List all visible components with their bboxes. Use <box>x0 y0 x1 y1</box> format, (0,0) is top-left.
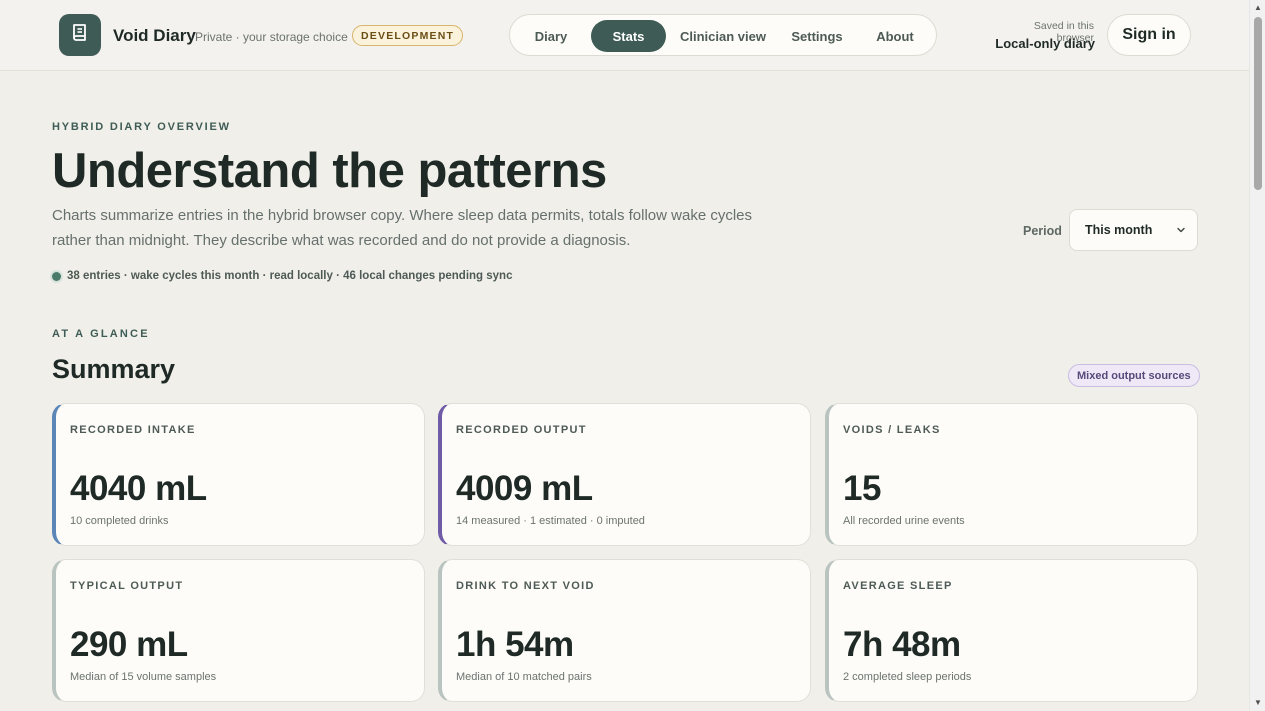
card-drink-to-next-void: DRINK TO NEXT VOID 1h 54m Median of 10 m… <box>438 559 811 702</box>
main-nav: Diary Stats Clinician view Settings Abou… <box>509 14 937 56</box>
sign-in-button[interactable]: Sign in <box>1107 14 1191 56</box>
mixed-sources-badge: Mixed output sources <box>1068 364 1200 387</box>
card-label: DRINK TO NEXT VOID <box>456 580 595 592</box>
card-subtext: 14 measured · 1 estimated · 0 imputed <box>456 515 645 527</box>
card-label: RECORDED OUTPUT <box>456 424 587 436</box>
page-scrollbar[interactable]: ▲ ▼ <box>1249 0 1265 711</box>
card-average-sleep: AVERAGE SLEEP 7h 48m 2 completed sleep p… <box>825 559 1198 702</box>
nav-about[interactable]: About <box>866 20 924 52</box>
nav-stats[interactable]: Stats <box>591 20 666 52</box>
storage-mode: Local-only diary <box>995 36 1095 51</box>
card-recorded-intake: RECORDED INTAKE 4040 mL 10 completed dri… <box>52 403 425 546</box>
card-label: TYPICAL OUTPUT <box>70 580 184 592</box>
page-title: Understand the patterns <box>52 144 607 198</box>
card-value: 1h 54m <box>456 625 574 664</box>
card-subtext: Median of 15 volume samples <box>70 671 217 683</box>
card-typical-output: TYPICAL OUTPUT 290 mL Median of 15 volum… <box>52 559 425 702</box>
card-value: 4009 mL <box>456 469 593 508</box>
card-label: VOIDS / LEAKS <box>843 424 941 436</box>
status-dot-icon <box>52 271 61 281</box>
environment-badge: DEVELOPMENT <box>352 25 464 46</box>
nav-diary[interactable]: Diary <box>527 20 575 52</box>
top-header: Void Diary Private · your storage choice… <box>0 0 1249 71</box>
nav-settings[interactable]: Settings <box>783 20 851 52</box>
card-value: 4040 mL <box>70 469 207 508</box>
status-text: 38 entries · wake cycles this month · re… <box>67 270 513 282</box>
card-subtext: Median of 10 matched pairs <box>456 671 592 683</box>
period-select[interactable]: This month <box>1069 209 1198 251</box>
page-description: Charts summarize entries in the hybrid b… <box>52 207 752 249</box>
scrollbar-thumb[interactable] <box>1254 17 1262 190</box>
card-subtext: All recorded urine events <box>843 515 965 527</box>
card-subtext: 2 completed sleep periods <box>843 671 972 683</box>
scroll-up-arrow-icon[interactable]: ▲ <box>1254 4 1262 12</box>
card-voids-leaks: VOIDS / LEAKS 15 All recorded urine even… <box>825 403 1198 546</box>
status-line: 38 entries · wake cycles this month · re… <box>52 270 512 282</box>
card-label: AVERAGE SLEEP <box>843 580 953 592</box>
card-subtext: 10 completed drinks <box>70 515 169 527</box>
app-name: Void Diary <box>113 26 196 45</box>
summary-eyebrow: AT A GLANCE <box>52 328 150 340</box>
app-logo[interactable] <box>59 14 101 56</box>
summary-title: Summary <box>52 354 176 384</box>
chevron-down-icon <box>1175 223 1187 240</box>
app-tagline: Private · your storage choice <box>195 30 348 44</box>
card-recorded-output: RECORDED OUTPUT 4009 mL 14 measured · 1 … <box>438 403 811 546</box>
hero-eyebrow: HYBRID DIARY OVERVIEW <box>52 121 231 133</box>
scroll-down-arrow-icon[interactable]: ▼ <box>1254 699 1262 707</box>
period-value: This month <box>1085 223 1153 237</box>
nav-clinician-view[interactable]: Clinician view <box>677 20 769 52</box>
card-label: RECORDED INTAKE <box>70 424 196 436</box>
card-value: 7h 48m <box>843 625 961 664</box>
card-value: 15 <box>843 469 881 508</box>
period-label: Period <box>1023 224 1062 238</box>
book-icon <box>71 23 89 48</box>
card-value: 290 mL <box>70 625 188 664</box>
